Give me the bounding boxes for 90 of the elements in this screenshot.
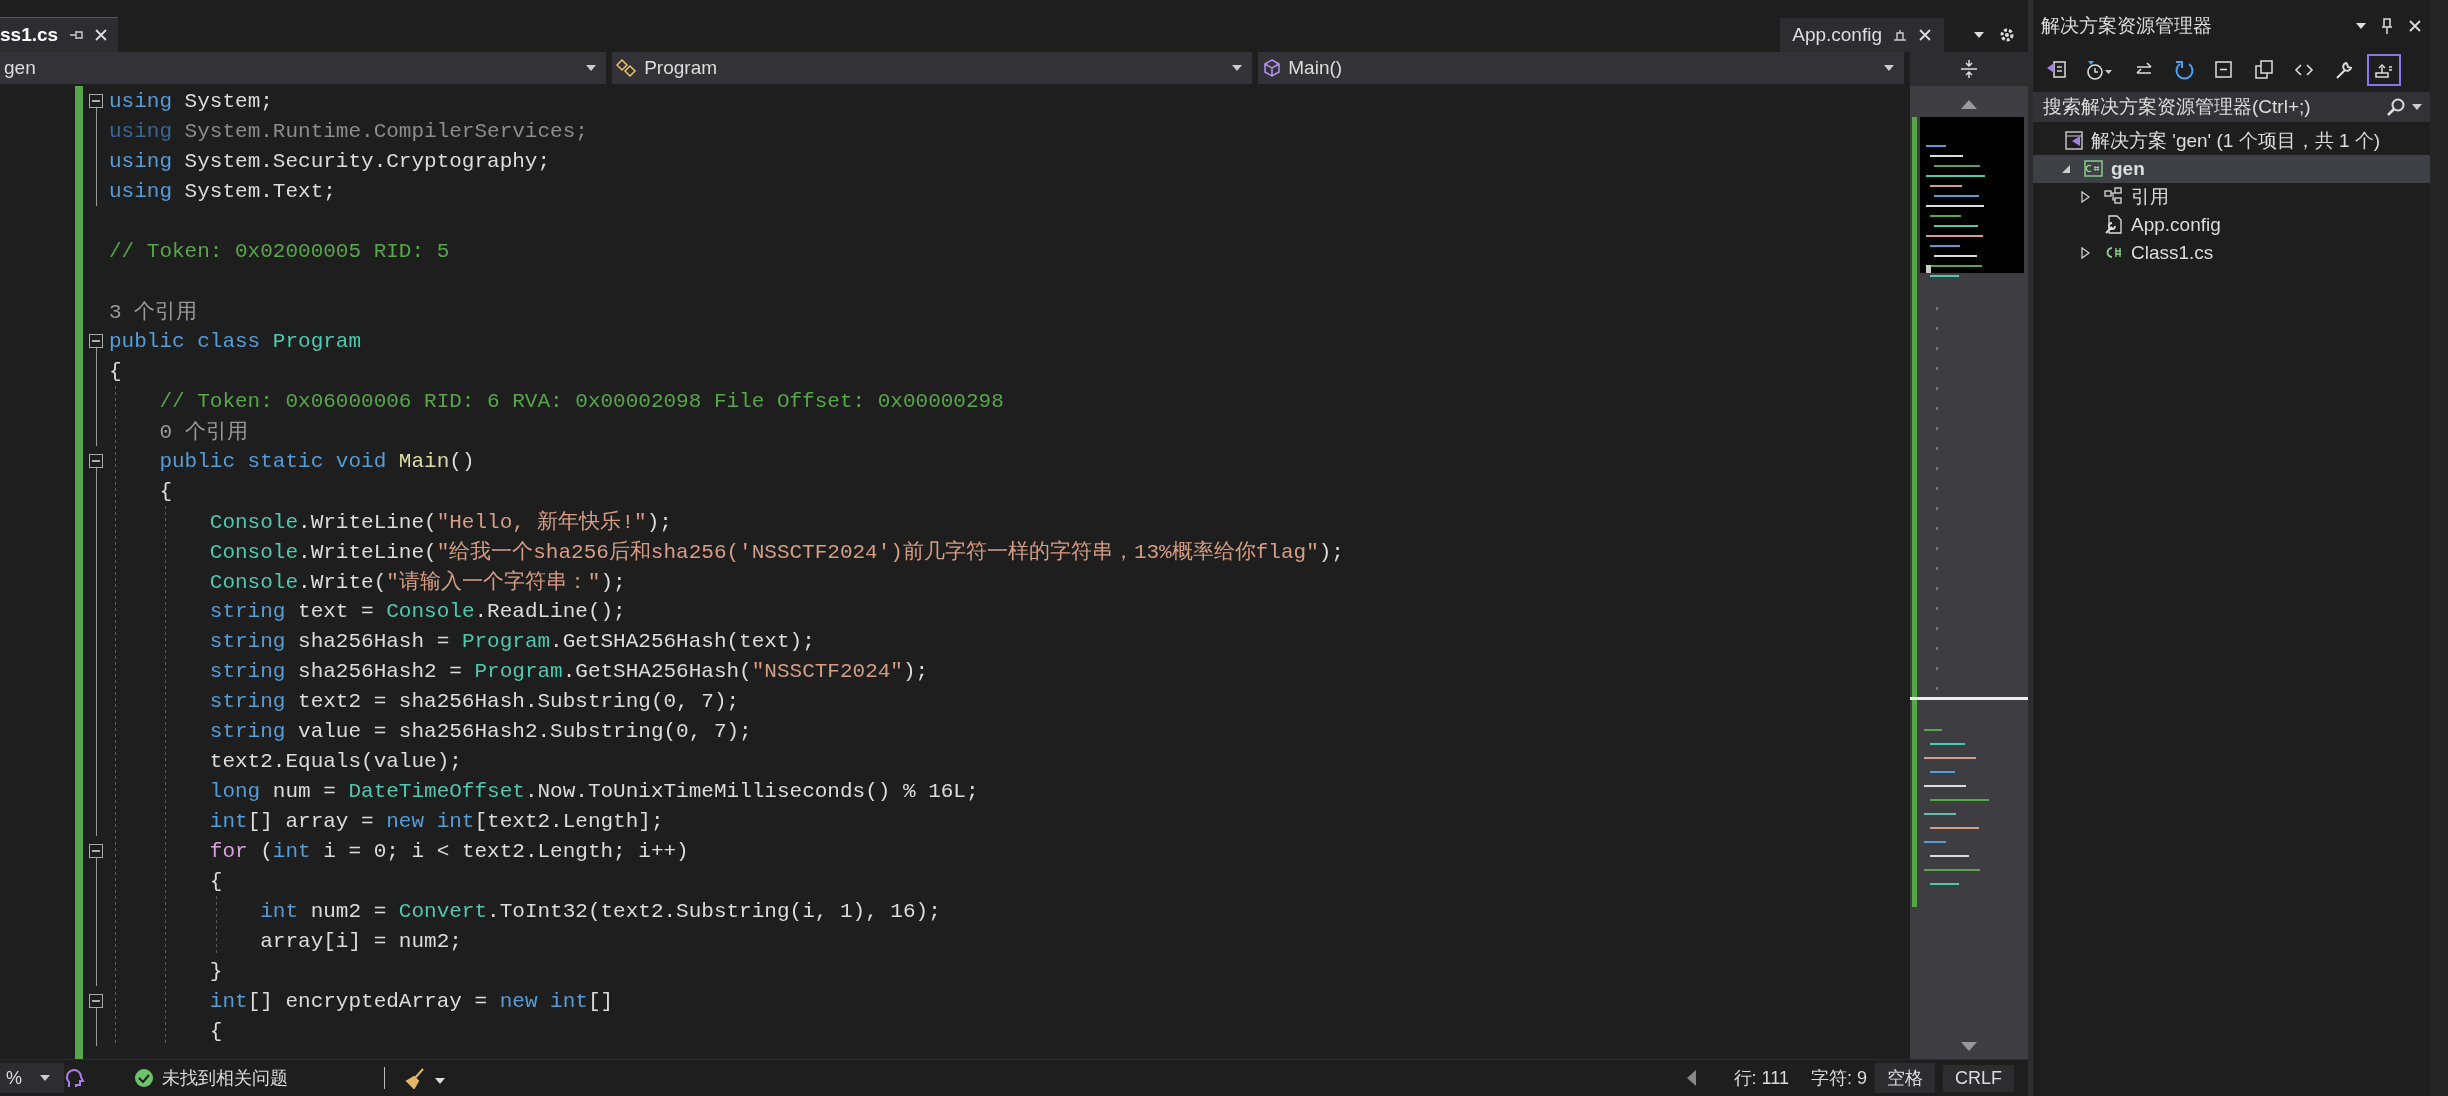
tree-item[interactable]: Class1.cs — [2033, 239, 2430, 267]
code-line: int num2 = Convert.ToInt32(text2.Substring(i, 1), 16); — [260, 899, 941, 923]
scroll-left-icon — [1686, 1070, 1696, 1086]
code-line: using System.Text; — [109, 179, 336, 203]
refresh-icon — [2173, 59, 2195, 81]
collapsed-arrow-icon[interactable] — [2081, 191, 2091, 203]
line-number-text: 行: 111 — [1733, 1067, 1789, 1090]
collapse-icon[interactable] — [89, 334, 103, 348]
close-icon — [2408, 19, 2422, 33]
code-line: text2.Equals(value); — [209, 749, 462, 773]
caret-icon — [435, 1077, 445, 1084]
tree-item[interactable]: App.config — [2033, 211, 2430, 239]
caret-icon — [2356, 23, 2366, 29]
tree-item[interactable]: 解决方案 'gen' (1 个项目，共 1 个) — [2033, 127, 2430, 155]
code-line: string text = Console.ReadLine(); — [209, 599, 626, 623]
search-icon — [2386, 97, 2406, 117]
collapse-icon[interactable] — [89, 454, 103, 468]
code-line: using System.Runtime.CompilerServices; — [109, 119, 588, 143]
code-line: for (int i = 0; i < text2.Length; i++) — [209, 839, 689, 863]
pin-icon — [1892, 28, 1908, 42]
caret-icon — [1232, 65, 1243, 71]
code-line: } — [209, 959, 223, 983]
scroll-down-icon — [1961, 1042, 1977, 1051]
zoom-dropdown[interactable]: % — [0, 1063, 64, 1093]
column-text: 字符: 9 — [1810, 1067, 1867, 1090]
solution-view-icon — [2045, 59, 2067, 81]
check-icon — [134, 1068, 154, 1088]
copy-icon — [2253, 59, 2275, 81]
broom-icon — [403, 1067, 427, 1089]
preview-button[interactable] — [2367, 54, 2401, 86]
code-line: // Token: 0x06000006 RID: 6 RVA: 0x00002098 File Offset: 0x00000298 — [159, 389, 1004, 413]
caret-icon — [1884, 65, 1895, 71]
head-icon — [64, 1067, 86, 1089]
reference-count-link[interactable]: 0 个引用 — [159, 417, 248, 445]
code-line: using System; — [109, 89, 273, 113]
history-icon — [2085, 59, 2115, 81]
code-line: string text2 = sha256Hash.Substring(0, 7); — [209, 689, 740, 713]
expanded-arrow-icon[interactable] — [2061, 164, 2071, 174]
issues-text: 未找到相关问题 — [162, 1067, 288, 1090]
code-line: // Token: 0x02000005 RID: 5 — [109, 239, 450, 263]
scroll-up-icon — [1961, 100, 1977, 109]
code-line: long num = DateTimeOffset.Now.ToUnixTimeMilliseconds() % 16L; — [209, 779, 979, 803]
navigation-dropdown[interactable]: gen — [0, 52, 607, 84]
code-line: public class Program — [109, 329, 362, 353]
pin-icon — [68, 28, 85, 42]
code-line: array[i] = num2; — [260, 929, 462, 953]
tree-item[interactable]: 引用 — [2033, 183, 2430, 211]
code-line: { — [209, 1019, 223, 1043]
csharp-project-icon — [2083, 158, 2105, 180]
caret-icon — [40, 1075, 50, 1081]
settings-icon — [1998, 26, 2016, 44]
code-line: using System.Security.Cryptography; — [109, 149, 551, 173]
code-line: int[] array = new int[text2.Length]; — [209, 809, 664, 833]
code-line: { — [159, 479, 172, 503]
code-line: Console.WriteLine("给我一个sha256后和sha256('NSSCTF2024')前几字符一样的字符串，13%概率给你flag"); — [209, 539, 1344, 565]
line-ending-button[interactable]: CRLF — [1943, 1064, 2014, 1092]
pin-icon — [2380, 17, 2394, 35]
tree-item[interactable]: gen — [2033, 155, 2430, 183]
code-line: string sha256Hash2 = Program.GetSHA256Hash("NSSCTF2024"); — [209, 659, 929, 683]
collapse-icon[interactable] — [89, 94, 103, 108]
reference-count-link[interactable]: 3 个引用 — [109, 297, 198, 325]
cube-icon — [1262, 58, 1283, 78]
panel-title: 解决方案资源管理器 — [2041, 14, 2213, 38]
close-icon — [1918, 28, 1932, 42]
file-tab[interactable]: App.config — [1780, 18, 1944, 52]
code-line: string sha256Hash = Program.GetSHA256Hash(text); — [209, 629, 815, 653]
caret-icon — [1974, 32, 1984, 38]
code-line: { — [109, 359, 122, 383]
collapse-icon[interactable] — [89, 994, 103, 1008]
collapsed-arrow-icon[interactable] — [2081, 247, 2091, 259]
navigation-dropdown[interactable]: Program — [612, 52, 1253, 84]
split-icon — [1959, 59, 1980, 79]
code-line: { — [209, 869, 223, 893]
indent-mode-button[interactable]: 空格 — [1875, 1063, 1935, 1093]
class-icon — [616, 58, 639, 78]
close-icon — [94, 28, 109, 42]
collapse-icon[interactable] — [89, 844, 103, 858]
config-file-icon — [2103, 214, 2125, 236]
navigation-dropdown[interactable]: Main() — [1258, 52, 1905, 84]
caret-icon — [586, 65, 597, 71]
collapse-icon — [2213, 59, 2235, 81]
search-field[interactable]: 搜索解决方案资源管理器(Ctrl+;) — [2033, 92, 2430, 122]
file-tab[interactable]: ss1.cs — [0, 17, 119, 52]
code-line: string value = sha256Hash2.Substring(0, 7); — [209, 719, 752, 743]
code-line: public static void Main() — [159, 449, 475, 473]
caret-icon — [2412, 104, 2422, 110]
code-line: Console.Write("请输入一个字符串："); — [209, 569, 626, 595]
solution-icon — [2063, 130, 2085, 152]
code-line: Console.WriteLine("Hello, 新年快乐!"); — [209, 509, 672, 535]
code-line: int[] encryptedArray = new int[] — [209, 989, 614, 1013]
